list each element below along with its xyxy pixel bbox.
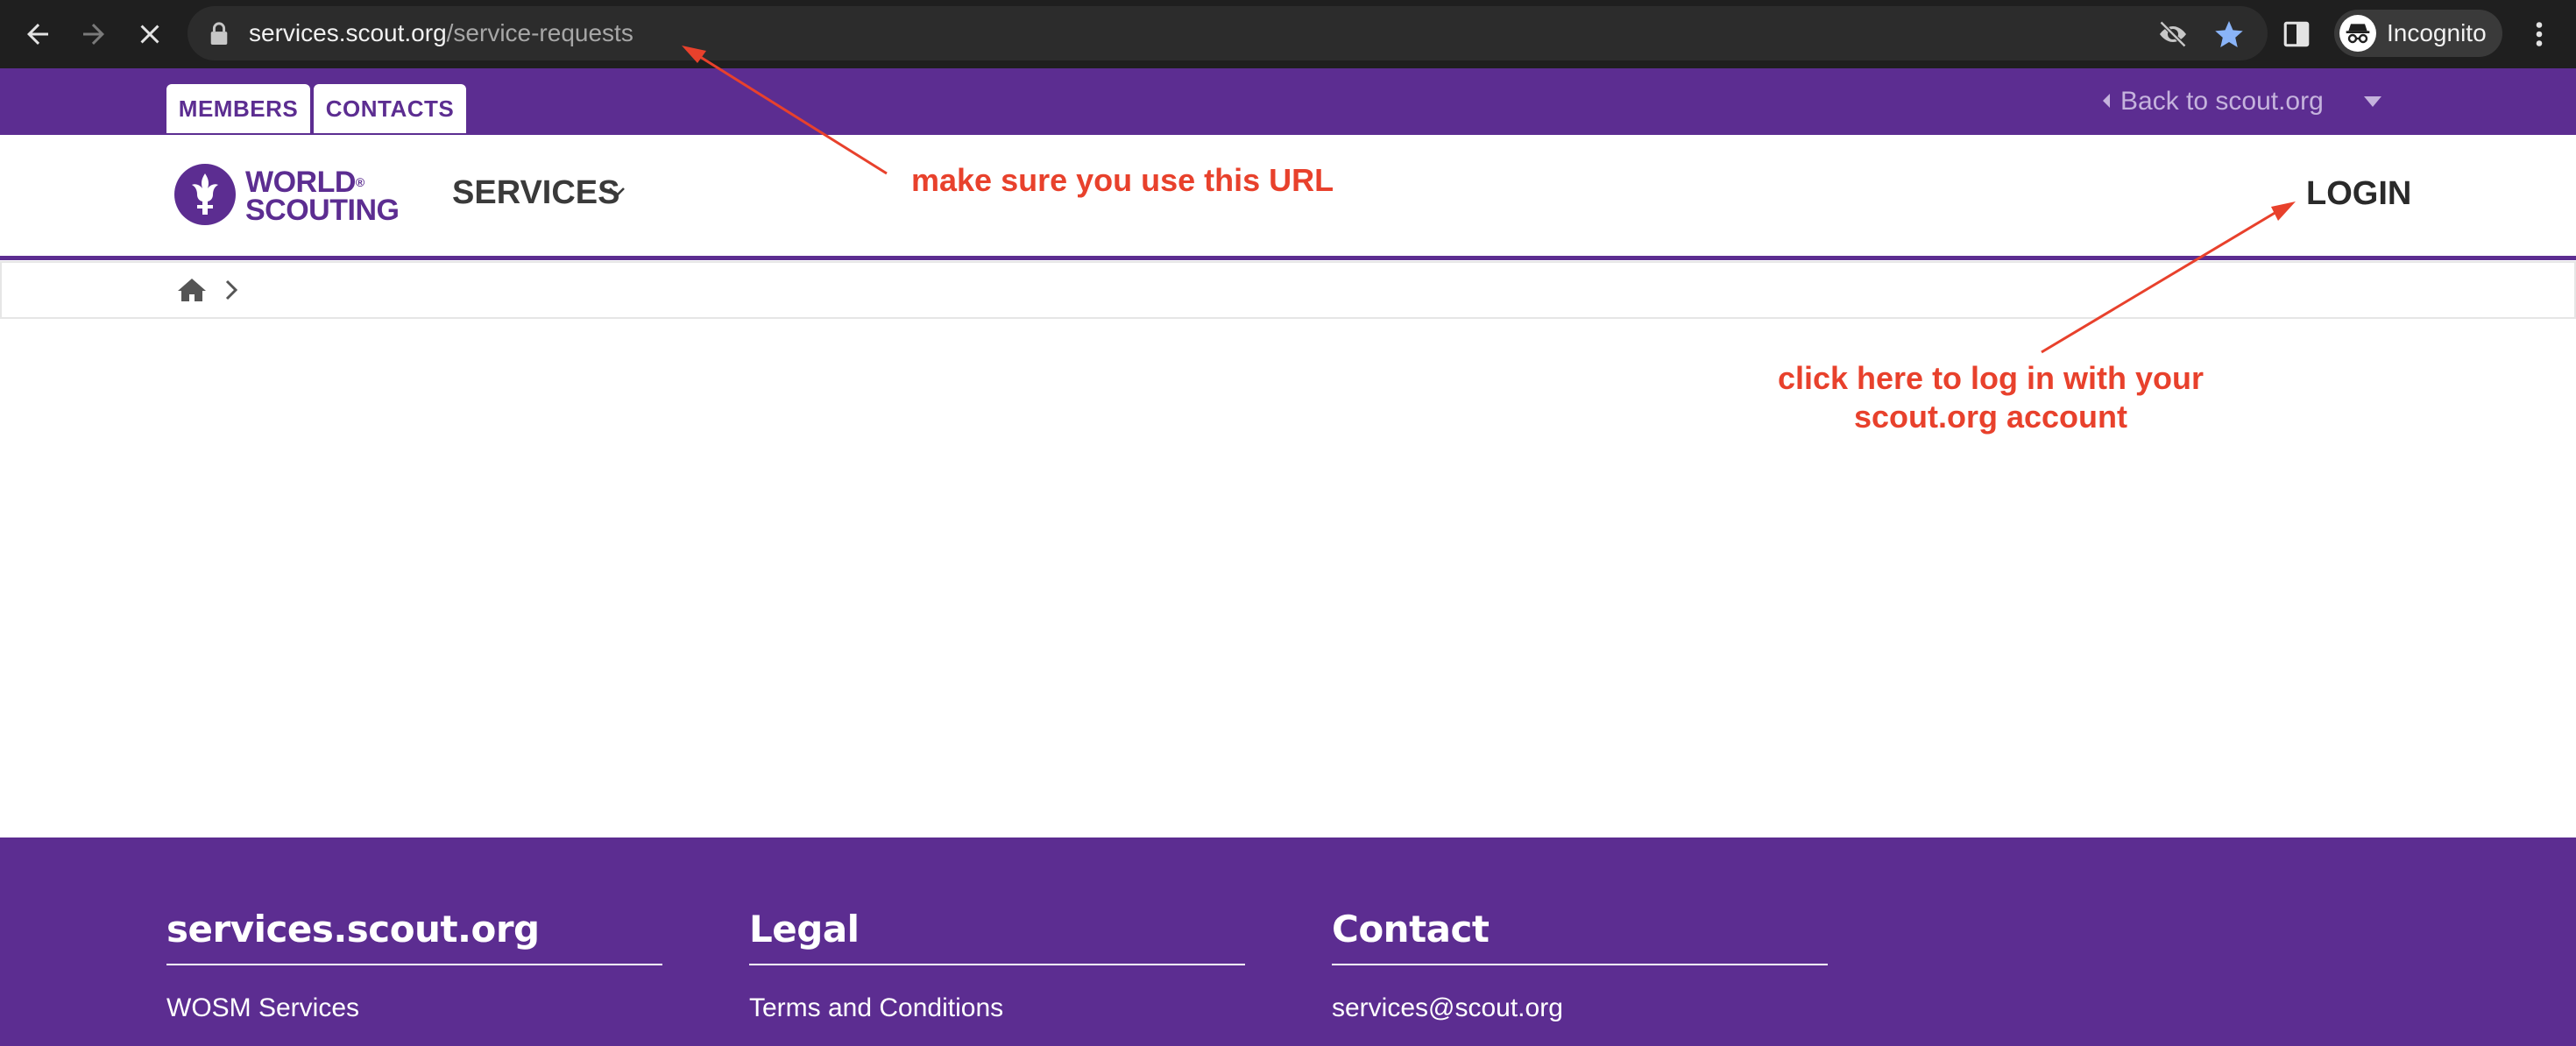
address-bar[interactable]: services.scout.org/service-requests: [188, 6, 2268, 60]
caret-down-icon[interactable]: [2362, 95, 2383, 109]
back-button[interactable]: [16, 12, 60, 56]
bookmark-star-icon[interactable]: [2213, 18, 2245, 50]
breadcrumb: [0, 261, 2576, 319]
caret-left-icon: [2103, 94, 2110, 108]
login-annotation-line-1: click here to log in with your: [1777, 360, 2204, 396]
home-icon[interactable]: [177, 277, 207, 303]
back-to-scout-link[interactable]: Back to scout.org: [2120, 86, 2324, 117]
browser-toolbar: services.scout.org/service-requests Inco…: [0, 0, 2576, 68]
screenshot-root: services.scout.org/service-requests Inco…: [0, 0, 2576, 1046]
login-link[interactable]: LOGIN: [2306, 173, 2411, 214]
footer-column-legal: Legal Terms and Conditions: [749, 908, 1245, 1023]
lock-icon: [210, 22, 228, 45]
forward-button[interactable]: [72, 12, 116, 56]
tab-members[interactable]: MEMBERS: [166, 84, 310, 133]
login-annotation-line-2: scout.org account: [1853, 399, 2128, 435]
site-topbar: MEMBERS CONTACTS Back to scout.org: [0, 68, 2576, 135]
footer-heading-contact: Contact: [1332, 908, 1828, 965]
incognito-label: Incognito: [2387, 19, 2487, 46]
world-scouting-emblem-icon[interactable]: [173, 163, 237, 226]
side-panel-icon[interactable]: [2282, 19, 2311, 49]
world-scouting-logo-text[interactable]: WORLD® SCOUTING: [245, 166, 400, 227]
forward-arrow-icon: [83, 24, 104, 45]
chevron-right-icon: [225, 279, 238, 300]
logo-line-world: WORLD®: [245, 166, 364, 199]
url-host: services.scout.org: [249, 19, 447, 46]
footer-link-email[interactable]: services@scout.org: [1332, 993, 1828, 1023]
footer-heading-services: services.scout.org: [166, 908, 662, 965]
stop-loading-icon: [140, 25, 159, 44]
footer-link-terms[interactable]: Terms and Conditions: [749, 993, 1245, 1023]
url-text[interactable]: services.scout.org/service-requests: [249, 18, 633, 48]
footer-column-services: services.scout.org WOSM Services: [166, 908, 662, 1023]
url-path: /service-requests: [446, 19, 633, 46]
tab-contacts[interactable]: CONTACTS: [314, 84, 466, 133]
services-menu[interactable]: SERVICES: [452, 173, 619, 212]
logo-line-scouting: SCOUTING: [245, 194, 400, 227]
stop-loading-button[interactable]: [128, 12, 172, 56]
kebab-menu-icon[interactable]: [2523, 18, 2555, 51]
header-divider: [0, 256, 2576, 260]
footer-link-wosm-services[interactable]: WOSM Services: [166, 993, 662, 1023]
back-arrow-icon: [27, 24, 48, 45]
incognito-profile-chip[interactable]: Incognito: [2334, 10, 2502, 57]
login-annotation: click here to log in with your scout.org…: [1777, 359, 2204, 436]
chevron-down-icon[interactable]: [608, 186, 626, 198]
eye-off-icon[interactable]: [2157, 18, 2189, 50]
site-footer: services.scout.org WOSM Services Legal T…: [0, 838, 2576, 1046]
footer-heading-legal: Legal: [749, 908, 1245, 965]
incognito-icon: [2339, 15, 2376, 52]
url-annotation: make sure you use this URL: [911, 162, 1334, 198]
footer-column-contact: Contact services@scout.org: [1332, 908, 1828, 1023]
